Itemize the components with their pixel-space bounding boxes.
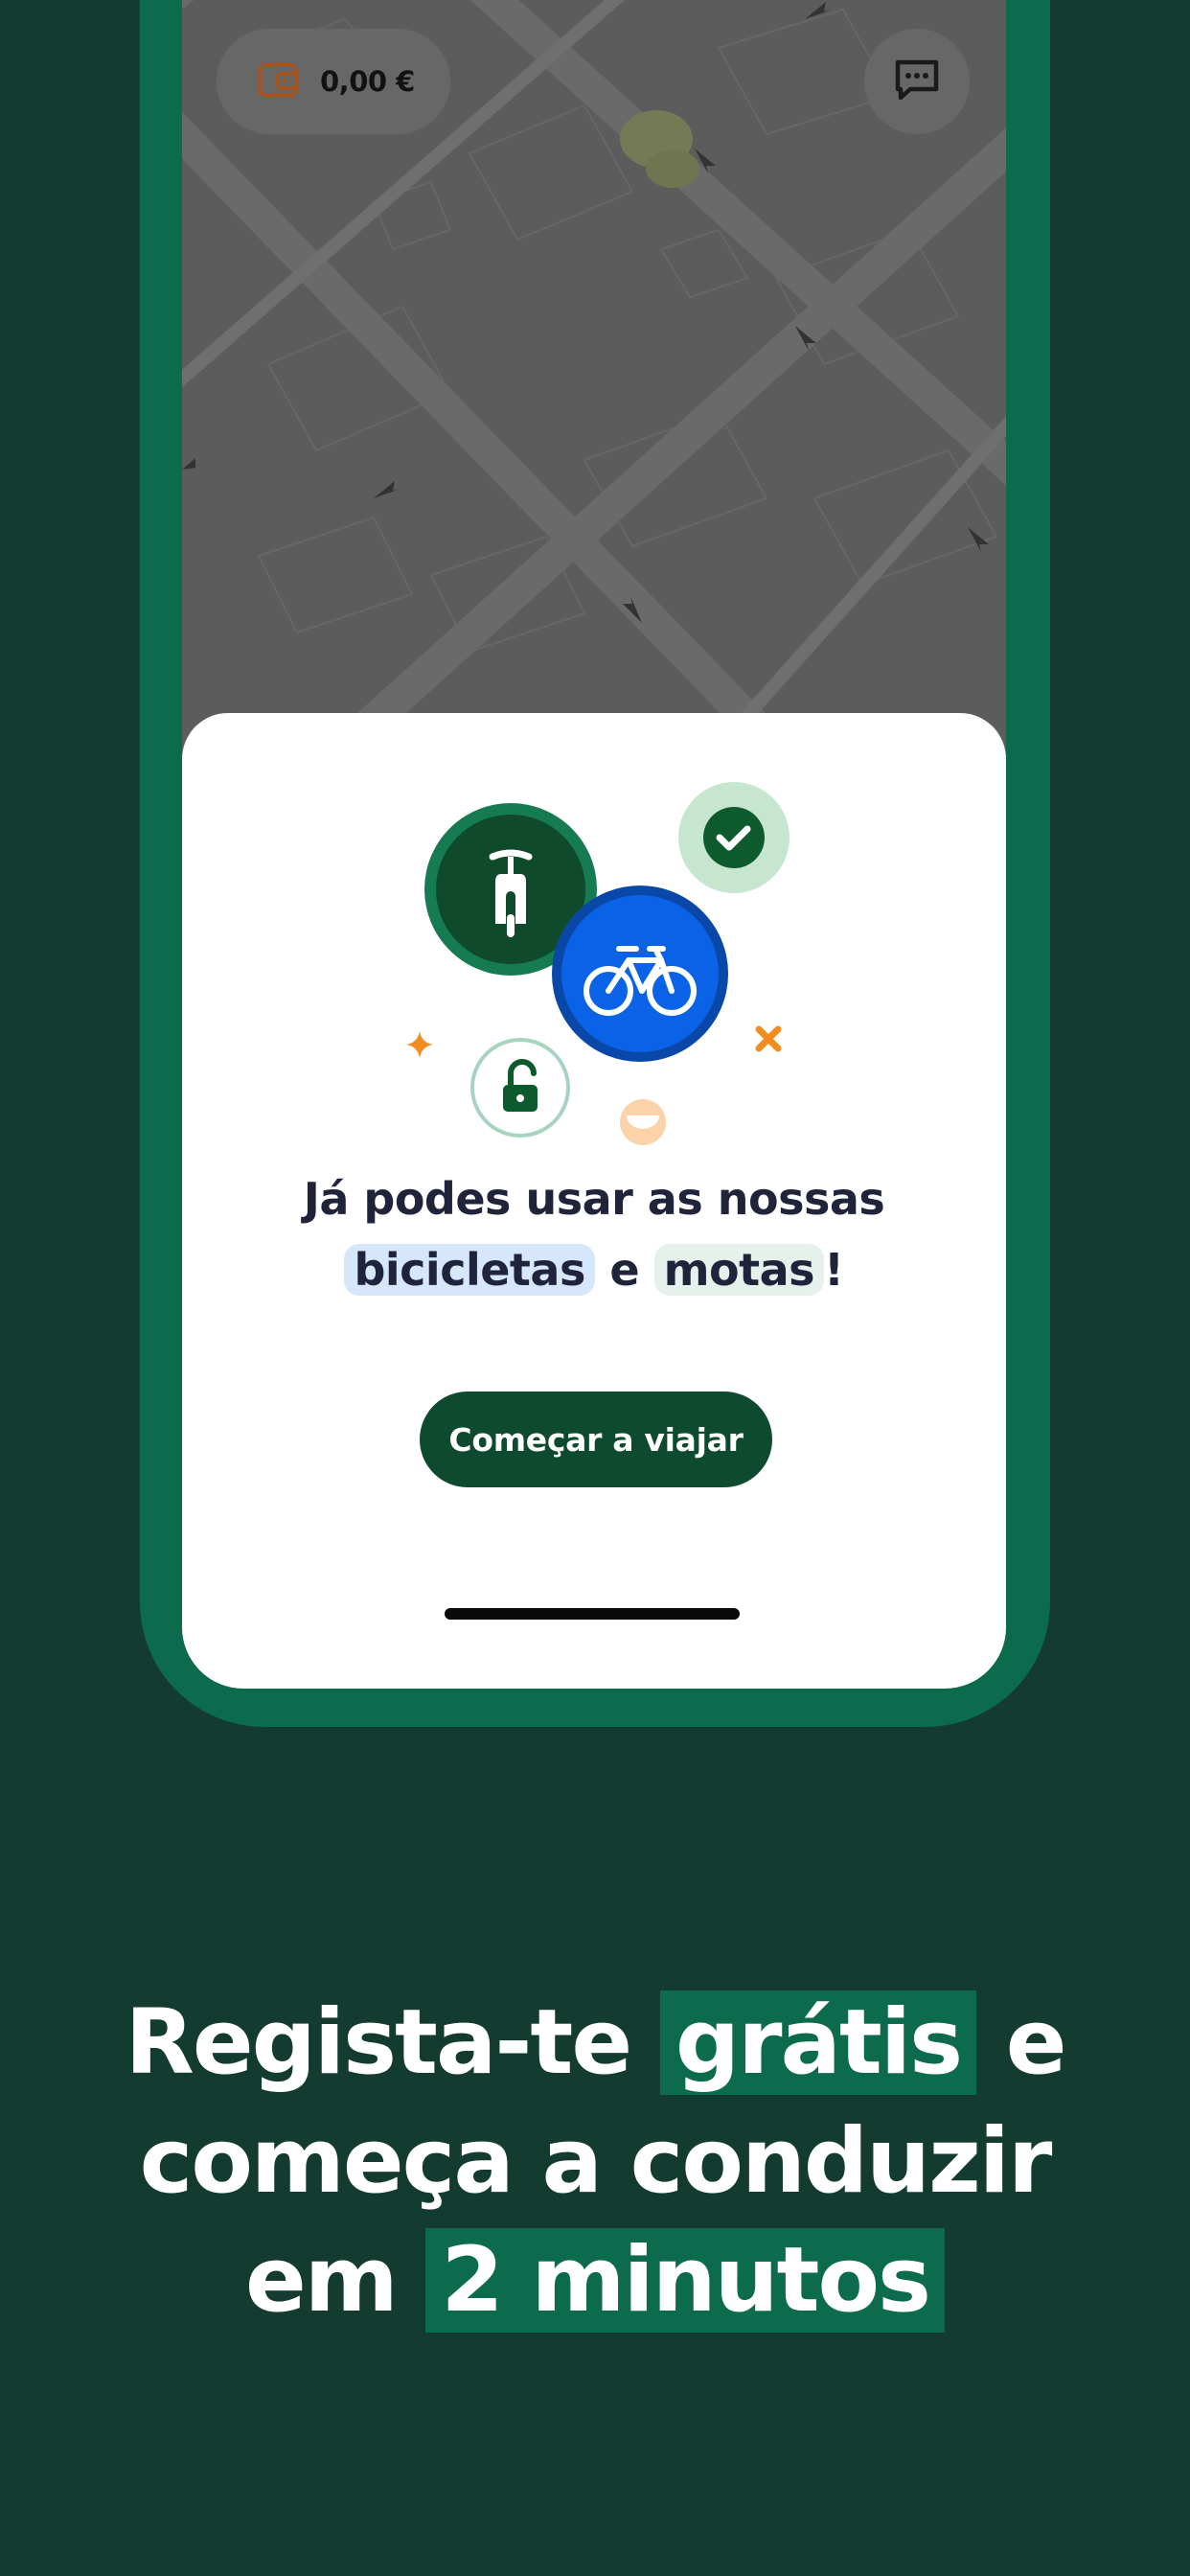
home-indicator	[445, 1608, 740, 1620]
wallet-balance-button[interactable]: 0,00 €	[217, 29, 450, 134]
unlock-icon	[470, 1038, 570, 1138]
chat-icon	[893, 57, 941, 106]
tagline-text-and: e	[1005, 1990, 1067, 2095]
wallet-icon	[257, 58, 299, 104]
start-riding-button[interactable]: Começar a viajar	[420, 1392, 772, 1487]
welcome-modal: Já podes usar as nossas bicicletas e mot…	[182, 713, 1006, 1689]
modal-headline: Já podes usar as nossas bicicletas e mot…	[182, 1163, 1006, 1305]
headline-exclamation: !	[824, 1244, 844, 1296]
bicycle-icon	[552, 886, 728, 1062]
smile-icon	[620, 1099, 666, 1145]
highlight-motorbikes: motas	[653, 1244, 825, 1296]
headline-line-1: Já podes usar as nossas	[303, 1173, 885, 1225]
promo-tagline: Regista-te grátis e começa a conduzir em…	[0, 1984, 1190, 2340]
tagline-line-3: em 2 minutos	[0, 2221, 1190, 2340]
chat-button[interactable]	[864, 29, 970, 134]
phone-screen: 0,00 € Já podes usar as nossas bicicleta…	[182, 0, 1006, 1689]
tagline-highlight-free: grátis	[659, 1990, 977, 2095]
headline-connector: e	[609, 1244, 640, 1296]
vehicles-illustration	[406, 782, 790, 1145]
sparkle-icon	[406, 1031, 433, 1058]
cross-icon	[755, 1025, 782, 1052]
tagline-text-register: Regista-te	[125, 1990, 632, 2095]
tagline-line-1: Regista-te grátis e	[0, 1984, 1190, 2103]
wallet-balance: 0,00 €	[320, 65, 415, 98]
check-icon	[678, 782, 790, 893]
highlight-bicycles: bicicletas	[344, 1244, 595, 1296]
tagline-highlight-minutes: 2 minutos	[425, 2228, 946, 2333]
tagline-text-in: em	[244, 2228, 399, 2333]
headline-line-2: bicicletas e motas!	[182, 1234, 1006, 1305]
tagline-line-2: começa a conduzir	[139, 2109, 1053, 2214]
